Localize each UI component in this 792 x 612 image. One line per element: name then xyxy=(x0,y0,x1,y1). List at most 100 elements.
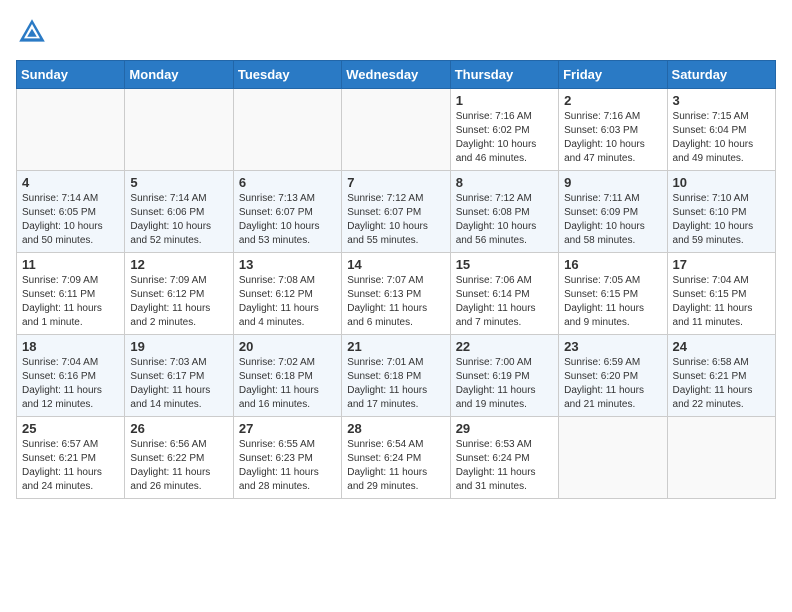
day-of-week-header: Monday xyxy=(125,61,233,89)
day-info: Sunrise: 7:08 AM Sunset: 6:12 PM Dayligh… xyxy=(239,274,336,330)
calendar-cell: 19 Sunrise: 7:03 AM Sunset: 6:17 PM Dayli… xyxy=(125,335,233,417)
calendar-cell: 16 Sunrise: 7:05 AM Sunset: 6:15 PM Dayli… xyxy=(559,253,667,335)
day-number: 8 xyxy=(456,175,553,190)
day-info: Sunrise: 7:09 AM Sunset: 6:11 PM Dayligh… xyxy=(22,274,119,330)
day-info: Sunrise: 7:00 AM Sunset: 6:19 PM Dayligh… xyxy=(456,356,553,412)
calendar-table: SundayMondayTuesdayWednesdayThursdayFrid… xyxy=(16,60,776,499)
day-number: 12 xyxy=(130,257,227,272)
day-number: 17 xyxy=(673,257,770,272)
calendar-cell: 2 Sunrise: 7:16 AM Sunset: 6:03 PM Daylig… xyxy=(559,89,667,171)
day-info: Sunrise: 7:05 AM Sunset: 6:15 PM Dayligh… xyxy=(564,274,661,330)
calendar-cell xyxy=(559,417,667,499)
calendar-cell: 10 Sunrise: 7:10 AM Sunset: 6:10 PM Dayli… xyxy=(667,171,775,253)
day-number: 10 xyxy=(673,175,770,190)
day-info: Sunrise: 7:16 AM Sunset: 6:02 PM Dayligh… xyxy=(456,110,553,166)
day-number: 21 xyxy=(347,339,444,354)
calendar-cell xyxy=(342,89,450,171)
day-number: 13 xyxy=(239,257,336,272)
day-info: Sunrise: 7:14 AM Sunset: 6:05 PM Dayligh… xyxy=(22,192,119,248)
day-info: Sunrise: 7:06 AM Sunset: 6:14 PM Dayligh… xyxy=(456,274,553,330)
calendar-cell xyxy=(233,89,341,171)
calendar-cell xyxy=(17,89,125,171)
day-number: 24 xyxy=(673,339,770,354)
calendar-cell: 4 Sunrise: 7:14 AM Sunset: 6:05 PM Daylig… xyxy=(17,171,125,253)
day-number: 28 xyxy=(347,421,444,436)
calendar-cell: 7 Sunrise: 7:12 AM Sunset: 6:07 PM Daylig… xyxy=(342,171,450,253)
day-info: Sunrise: 7:11 AM Sunset: 6:09 PM Dayligh… xyxy=(564,192,661,248)
day-number: 9 xyxy=(564,175,661,190)
day-info: Sunrise: 7:10 AM Sunset: 6:10 PM Dayligh… xyxy=(673,192,770,248)
day-info: Sunrise: 6:55 AM Sunset: 6:23 PM Dayligh… xyxy=(239,438,336,494)
calendar-cell: 27Sunrise: 6:55 AM Sunset: 6:23 PM Dayli… xyxy=(233,417,341,499)
calendar-header-row: SundayMondayTuesdayWednesdayThursdayFrid… xyxy=(17,61,776,89)
day-number: 26 xyxy=(130,421,227,436)
day-number: 5 xyxy=(130,175,227,190)
day-of-week-header: Tuesday xyxy=(233,61,341,89)
calendar-cell: 17 Sunrise: 7:04 AM Sunset: 6:15 PM Dayli… xyxy=(667,253,775,335)
calendar-cell: 29 Sunrise: 6:53 AM Sunset: 6:24 PM Dayli… xyxy=(450,417,558,499)
day-of-week-header: Saturday xyxy=(667,61,775,89)
calendar-cell: 9 Sunrise: 7:11 AM Sunset: 6:09 PM Daylig… xyxy=(559,171,667,253)
day-number: 1 xyxy=(456,93,553,108)
day-info: Sunrise: 7:07 AM Sunset: 6:13 PM Dayligh… xyxy=(347,274,444,330)
calendar-cell: 11 Sunrise: 7:09 AM Sunset: 6:11 PM Dayli… xyxy=(17,253,125,335)
day-number: 7 xyxy=(347,175,444,190)
calendar-cell: 15Sunrise: 7:06 AM Sunset: 6:14 PM Dayli… xyxy=(450,253,558,335)
calendar-cell: 6 Sunrise: 7:13 AM Sunset: 6:07 PM Daylig… xyxy=(233,171,341,253)
day-number: 6 xyxy=(239,175,336,190)
day-info: Sunrise: 7:15 AM Sunset: 6:04 PM Dayligh… xyxy=(673,110,770,166)
calendar-week-row: 1 Sunrise: 7:16 AM Sunset: 6:02 PM Daylig… xyxy=(17,89,776,171)
day-of-week-header: Wednesday xyxy=(342,61,450,89)
day-number: 11 xyxy=(22,257,119,272)
calendar-cell: 21Sunrise: 7:01 AM Sunset: 6:18 PM Dayli… xyxy=(342,335,450,417)
calendar-cell: 12 Sunrise: 7:09 AM Sunset: 6:12 PM Dayli… xyxy=(125,253,233,335)
calendar-week-row: 4 Sunrise: 7:14 AM Sunset: 6:05 PM Daylig… xyxy=(17,171,776,253)
day-info: Sunrise: 7:02 AM Sunset: 6:18 PM Dayligh… xyxy=(239,356,336,412)
calendar-week-row: 18 Sunrise: 7:04 AM Sunset: 6:16 PM Dayli… xyxy=(17,335,776,417)
day-number: 19 xyxy=(130,339,227,354)
day-info: Sunrise: 7:09 AM Sunset: 6:12 PM Dayligh… xyxy=(130,274,227,330)
day-number: 29 xyxy=(456,421,553,436)
day-number: 16 xyxy=(564,257,661,272)
day-info: Sunrise: 6:54 AM Sunset: 6:24 PM Dayligh… xyxy=(347,438,444,494)
day-number: 14 xyxy=(347,257,444,272)
day-number: 18 xyxy=(22,339,119,354)
day-of-week-header: Thursday xyxy=(450,61,558,89)
day-info: Sunrise: 6:53 AM Sunset: 6:24 PM Dayligh… xyxy=(456,438,553,494)
day-number: 3 xyxy=(673,93,770,108)
calendar-cell: 20Sunrise: 7:02 AM Sunset: 6:18 PM Dayli… xyxy=(233,335,341,417)
calendar-cell: 8 Sunrise: 7:12 AM Sunset: 6:08 PM Daylig… xyxy=(450,171,558,253)
day-info: Sunrise: 7:14 AM Sunset: 6:06 PM Dayligh… xyxy=(130,192,227,248)
calendar-cell: 13 Sunrise: 7:08 AM Sunset: 6:12 PM Dayli… xyxy=(233,253,341,335)
day-info: Sunrise: 6:59 AM Sunset: 6:20 PM Dayligh… xyxy=(564,356,661,412)
day-number: 2 xyxy=(564,93,661,108)
day-info: Sunrise: 6:56 AM Sunset: 6:22 PM Dayligh… xyxy=(130,438,227,494)
calendar-week-row: 25 Sunrise: 6:57 AM Sunset: 6:21 PM Dayli… xyxy=(17,417,776,499)
day-info: Sunrise: 7:12 AM Sunset: 6:07 PM Dayligh… xyxy=(347,192,444,248)
calendar-cell: 26 Sunrise: 6:56 AM Sunset: 6:22 PM Dayli… xyxy=(125,417,233,499)
day-info: Sunrise: 6:57 AM Sunset: 6:21 PM Dayligh… xyxy=(22,438,119,494)
day-number: 23 xyxy=(564,339,661,354)
day-info: Sunrise: 6:58 AM Sunset: 6:21 PM Dayligh… xyxy=(673,356,770,412)
calendar-cell xyxy=(125,89,233,171)
calendar-cell: 28 Sunrise: 6:54 AM Sunset: 6:24 PM Dayli… xyxy=(342,417,450,499)
calendar-cell: 22 Sunrise: 7:00 AM Sunset: 6:19 PM Dayli… xyxy=(450,335,558,417)
day-number: 25 xyxy=(22,421,119,436)
day-info: Sunrise: 7:04 AM Sunset: 6:16 PM Dayligh… xyxy=(22,356,119,412)
day-info: Sunrise: 7:03 AM Sunset: 6:17 PM Dayligh… xyxy=(130,356,227,412)
day-number: 4 xyxy=(22,175,119,190)
day-of-week-header: Sunday xyxy=(17,61,125,89)
day-info: Sunrise: 7:13 AM Sunset: 6:07 PM Dayligh… xyxy=(239,192,336,248)
calendar-cell: 23 Sunrise: 6:59 AM Sunset: 6:20 PM Dayli… xyxy=(559,335,667,417)
calendar-cell: 3 Sunrise: 7:15 AM Sunset: 6:04 PM Daylig… xyxy=(667,89,775,171)
day-info: Sunrise: 7:16 AM Sunset: 6:03 PM Dayligh… xyxy=(564,110,661,166)
day-number: 22 xyxy=(456,339,553,354)
logo-icon xyxy=(16,16,48,48)
calendar-cell: 1 Sunrise: 7:16 AM Sunset: 6:02 PM Daylig… xyxy=(450,89,558,171)
calendar-cell xyxy=(667,417,775,499)
calendar-cell: 24 Sunrise: 6:58 AM Sunset: 6:21 PM Dayli… xyxy=(667,335,775,417)
logo xyxy=(16,16,52,48)
day-info: Sunrise: 7:04 AM Sunset: 6:15 PM Dayligh… xyxy=(673,274,770,330)
day-info: Sunrise: 7:12 AM Sunset: 6:08 PM Dayligh… xyxy=(456,192,553,248)
calendar-cell: 14 Sunrise: 7:07 AM Sunset: 6:13 PM Dayli… xyxy=(342,253,450,335)
